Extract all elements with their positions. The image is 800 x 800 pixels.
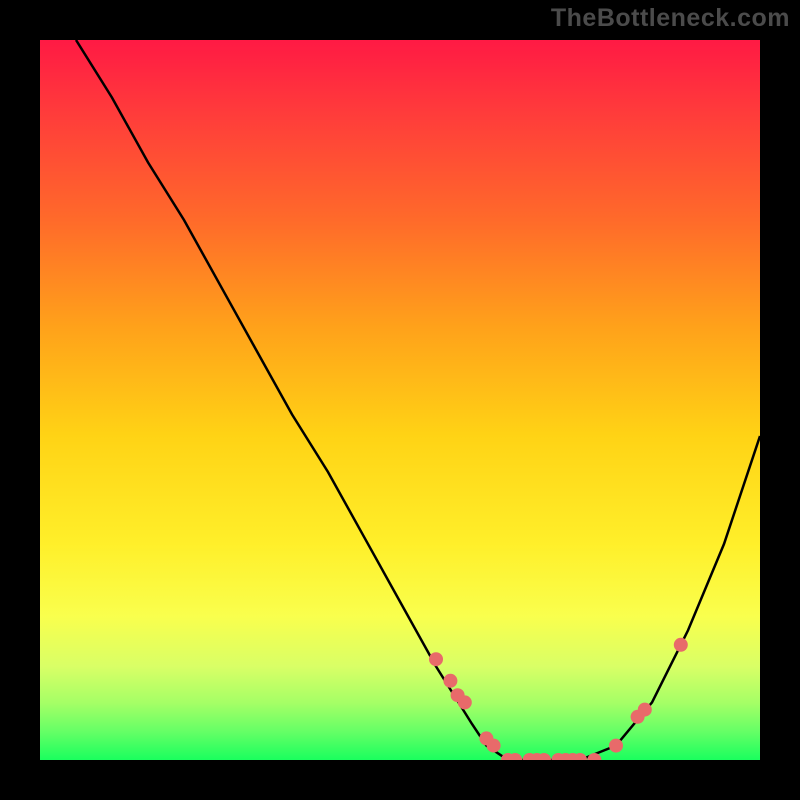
- highlight-points-group: [429, 638, 688, 760]
- bottleneck-curve: [76, 40, 760, 760]
- highlight-point: [674, 638, 688, 652]
- watermark-text: TheBottleneck.com: [551, 4, 790, 33]
- highlight-point: [458, 695, 472, 709]
- highlight-point: [429, 652, 443, 666]
- highlight-point: [587, 753, 601, 760]
- highlight-point: [609, 739, 623, 753]
- highlight-point: [487, 739, 501, 753]
- highlight-point: [638, 703, 652, 717]
- plot-overlay: [40, 40, 760, 760]
- highlight-point: [443, 674, 457, 688]
- chart-frame: TheBottleneck.com: [0, 0, 800, 800]
